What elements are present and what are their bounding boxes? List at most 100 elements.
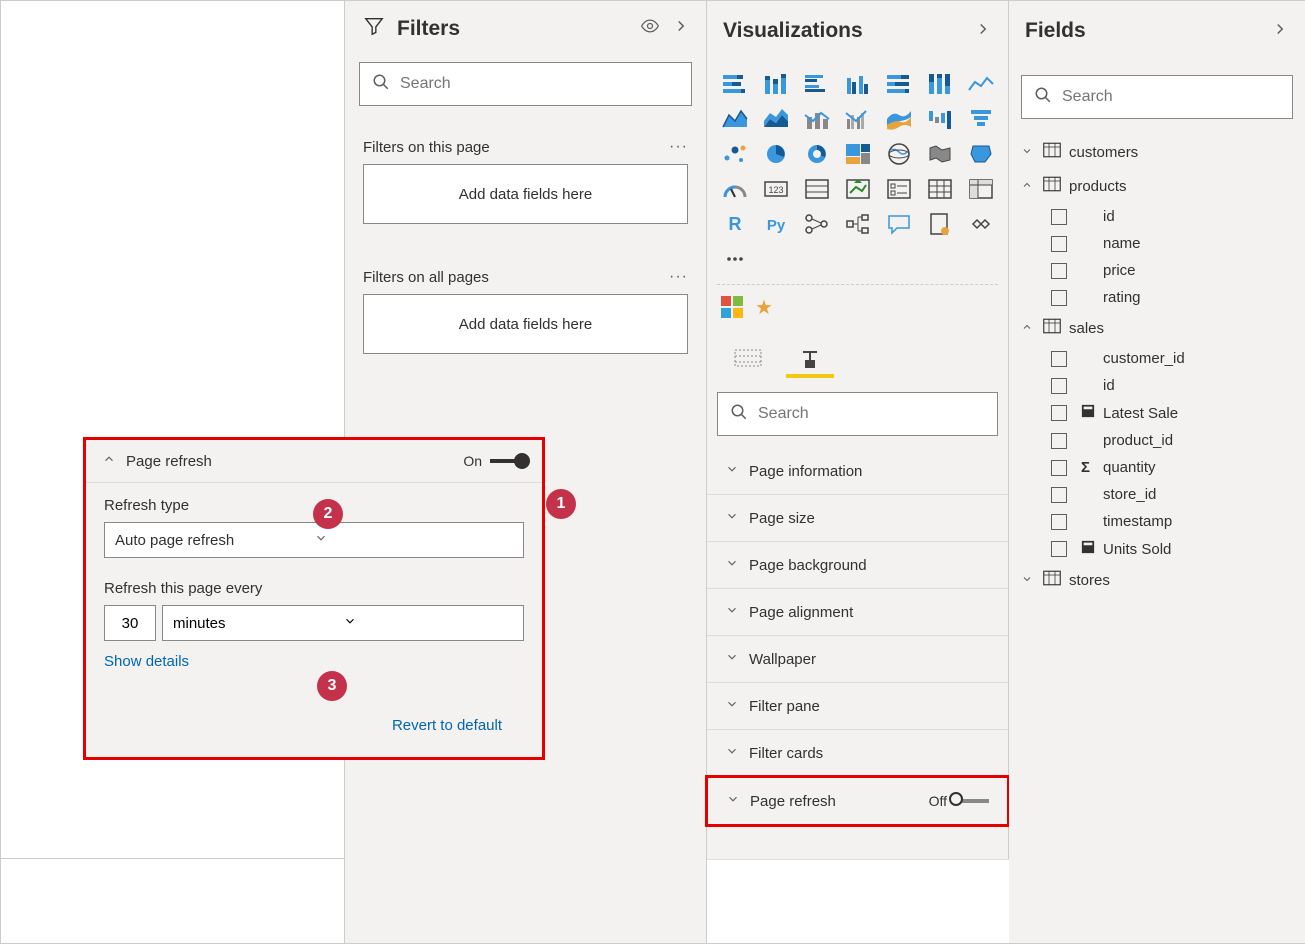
table-icon[interactable] [922, 174, 958, 204]
fields-tab[interactable] [731, 346, 765, 380]
field-products-rating[interactable]: rating [1017, 284, 1297, 311]
format-tab[interactable] [793, 346, 827, 380]
collapse-viz-icon[interactable] [974, 20, 992, 43]
area-chart-icon[interactable] [717, 104, 753, 134]
section-page-background[interactable]: Page background [707, 542, 1008, 589]
shape-map-icon[interactable] [963, 139, 999, 169]
r-visual-icon[interactable]: R [717, 209, 753, 239]
section-page-alignment[interactable]: Page alignment [707, 589, 1008, 636]
filters-header: Filters [345, 1, 706, 56]
popout-title: Page refresh [126, 453, 463, 470]
fields-search[interactable] [1021, 75, 1293, 119]
more-visuals-icon[interactable] [717, 244, 753, 274]
treemap-icon[interactable] [840, 139, 876, 169]
interval-unit-dropdown[interactable]: minutes [162, 605, 524, 641]
pie-icon[interactable] [758, 139, 794, 169]
format-search[interactable] [717, 392, 998, 436]
hundred-stacked-bar-icon[interactable] [881, 69, 917, 99]
collapse-fields-icon[interactable] [1271, 20, 1289, 43]
section-page-refresh[interactable]: Page refresh Off [705, 775, 1010, 827]
filters-all-title: Filters on all pages [363, 269, 669, 286]
table-products[interactable]: products [1017, 169, 1297, 203]
table-customers[interactable]: customers [1017, 135, 1297, 169]
table-icon [1043, 176, 1061, 196]
hundred-stacked-column-icon[interactable] [922, 69, 958, 99]
revert-default-link[interactable]: Revert to default [392, 717, 502, 734]
table-sales[interactable]: sales [1017, 311, 1297, 345]
stacked-bar-icon[interactable] [717, 69, 753, 99]
donut-icon[interactable] [799, 139, 835, 169]
card-icon[interactable]: 123 [758, 174, 794, 204]
field-sales-id[interactable]: id [1017, 372, 1297, 399]
fields-title: Fields [1025, 19, 1259, 43]
appsource-icon[interactable] [721, 296, 745, 320]
section-filter-pane[interactable]: Filter pane [707, 683, 1008, 730]
gauge-icon[interactable] [717, 174, 753, 204]
popout-header[interactable]: Page refresh On [86, 440, 542, 483]
field-sales-units-sold[interactable]: Units Sold [1017, 535, 1297, 563]
viz-type-grid: 123 R Py [707, 61, 1008, 280]
filters-search[interactable] [359, 62, 692, 106]
key-influencers-icon[interactable] [799, 209, 835, 239]
section-filter-cards[interactable]: Filter cards [707, 730, 1008, 777]
filters-search-input[interactable] [400, 75, 679, 93]
fields-tree: customers products id name price rating … [1009, 133, 1305, 599]
field-products-name[interactable]: name [1017, 230, 1297, 257]
paginated-report-icon[interactable] [922, 209, 958, 239]
decomposition-tree-icon[interactable] [840, 209, 876, 239]
collapse-filters-icon[interactable] [672, 17, 690, 40]
python-visual-icon[interactable]: Py [758, 209, 794, 239]
multi-row-card-icon[interactable] [799, 174, 835, 204]
section-page-size[interactable]: Page size [707, 495, 1008, 542]
stacked-column-icon[interactable] [758, 69, 794, 99]
waterfall-icon[interactable] [922, 104, 958, 134]
field-sales-store-id[interactable]: store_id [1017, 481, 1297, 508]
slicer-icon[interactable] [881, 174, 917, 204]
field-sales-product-id[interactable]: product_id [1017, 427, 1297, 454]
table-icon [1043, 318, 1061, 338]
filters-page-dropzone[interactable]: Add data fields here [363, 164, 688, 224]
filters-title: Filters [397, 17, 628, 41]
field-sales-latest-sale[interactable]: Latest Sale [1017, 399, 1297, 427]
show-details-link[interactable]: Show details [104, 653, 189, 670]
canvas-bottom-border [1, 858, 345, 859]
eye-icon[interactable] [640, 16, 660, 41]
interval-value-input[interactable]: 30 [104, 605, 156, 641]
filters-all-more-icon[interactable]: ··· [669, 268, 688, 286]
stacked-area-icon[interactable] [758, 104, 794, 134]
arcgis-icon[interactable] [963, 209, 999, 239]
clustered-column-icon[interactable] [840, 69, 876, 99]
refresh-type-dropdown[interactable]: Auto page refresh [104, 522, 524, 558]
field-products-price[interactable]: price [1017, 257, 1297, 284]
kpi-icon[interactable] [840, 174, 876, 204]
field-products-id[interactable]: id [1017, 203, 1297, 230]
scatter-icon[interactable] [717, 139, 753, 169]
funnel-chart-icon[interactable] [963, 104, 999, 134]
filters-all-dropzone[interactable]: Add data fields here [363, 294, 688, 354]
page-refresh-toggle[interactable]: On [463, 453, 526, 469]
line-stacked-column-icon[interactable] [799, 104, 835, 134]
ribbon-chart-icon[interactable] [881, 104, 917, 134]
table-stores[interactable]: stores [1017, 563, 1297, 597]
line-chart-icon[interactable] [963, 69, 999, 99]
page-refresh-off-toggle[interactable]: Off [929, 793, 989, 809]
line-clustered-column-icon[interactable] [840, 104, 876, 134]
matrix-icon[interactable] [963, 174, 999, 204]
map-icon[interactable] [881, 139, 917, 169]
section-wallpaper[interactable]: Wallpaper [707, 636, 1008, 683]
clustered-bar-icon[interactable] [799, 69, 835, 99]
field-sales-quantity[interactable]: Σquantity [1017, 454, 1297, 481]
measure-icon [1081, 404, 1097, 422]
format-search-input[interactable] [758, 405, 985, 423]
field-sales-customer-id[interactable]: customer_id [1017, 345, 1297, 372]
pin-favorite-icon[interactable]: ★ [755, 295, 773, 320]
chevron-down-icon [314, 531, 513, 549]
filters-page-more-icon[interactable]: ··· [669, 138, 688, 156]
filled-map-icon[interactable] [922, 139, 958, 169]
section-page-information[interactable]: Page information [707, 448, 1008, 495]
fields-search-input[interactable] [1062, 88, 1280, 106]
filters-page-title: Filters on this page [363, 139, 669, 156]
funnel-icon [363, 15, 385, 42]
field-sales-timestamp[interactable]: timestamp [1017, 508, 1297, 535]
qa-visual-icon[interactable] [881, 209, 917, 239]
